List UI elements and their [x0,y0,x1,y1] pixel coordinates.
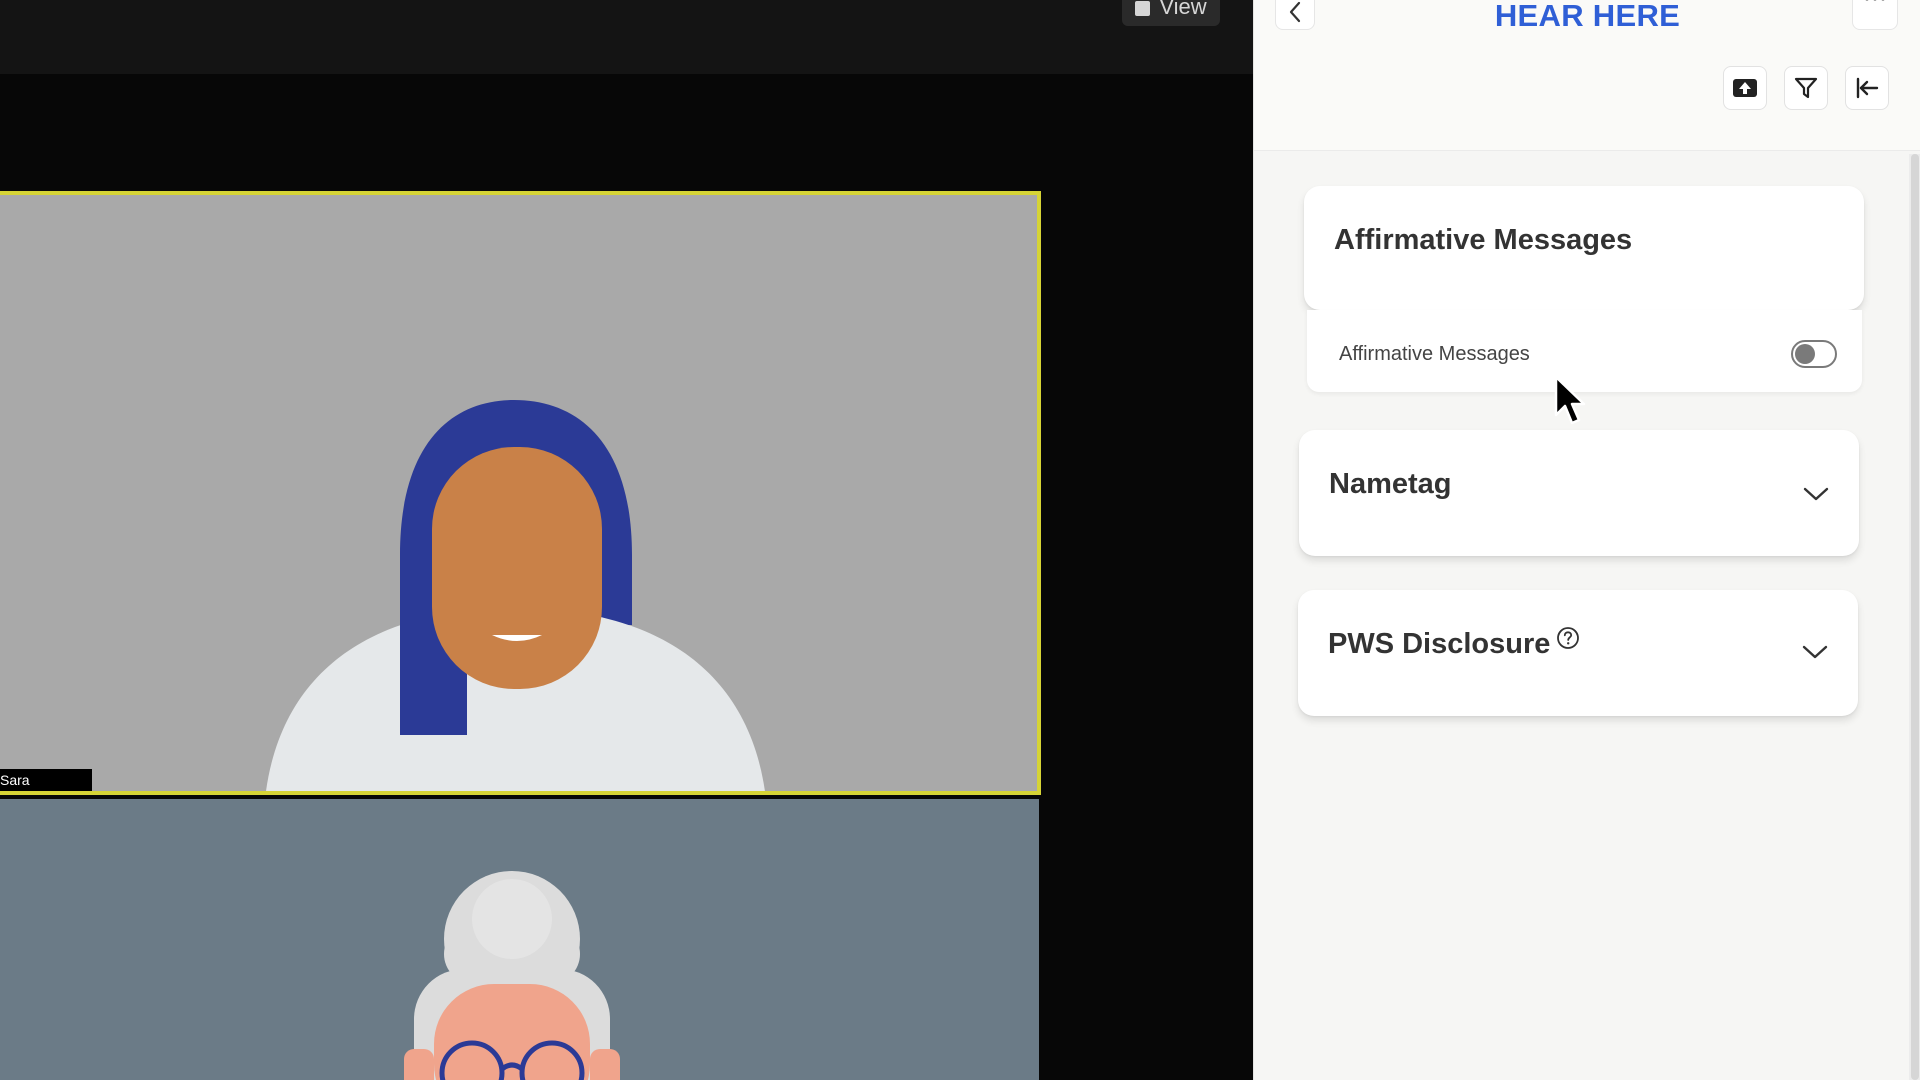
affirmative-messages-toggle[interactable] [1791,340,1837,368]
panel-header: HEAR HERE ··· [1254,0,1920,151]
more-icon: ··· [1863,0,1887,12]
panel-scrollbar[interactable] [1909,154,1920,1080]
nametag-title: Nametag [1329,468,1452,500]
participant-avatar-sara [266,400,765,791]
participant-tile-sara[interactable]: Sara [0,191,1041,795]
hear-here-panel: HEAR HERE ··· Affirmative Messa [1253,0,1920,1080]
upload-button[interactable] [1723,66,1767,110]
scrollbar-thumb[interactable] [1911,154,1919,1080]
affirmative-messages-card[interactable]: Affirmative Messages [1304,186,1864,310]
pws-disclosure-card[interactable]: PWS Disclosure [1298,590,1858,716]
affirmative-messages-label: Affirmative Messages [1339,343,1530,365]
pws-disclosure-title: PWS Disclosure [1328,628,1551,660]
affirmative-messages-title: Affirmative Messages [1334,224,1633,256]
question-circle-icon[interactable] [1556,626,1580,650]
meeting-top-bar [0,0,1253,74]
collapse-left-icon [1856,77,1879,99]
view-button[interactable]: View [1122,0,1220,26]
view-grid-icon [1135,0,1151,16]
panel-title: HEAR HERE [1494,0,1681,33]
nametag-card[interactable]: Nametag [1299,430,1859,556]
toggle-knob [1795,344,1815,364]
upload-icon [1733,79,1757,97]
more-options-button[interactable]: ··· [1852,0,1898,30]
view-button-label: View [1159,0,1207,19]
mouse-cursor-icon [1554,375,1586,425]
filter-button[interactable] [1784,66,1828,110]
filter-icon [1794,77,1818,99]
chevron-down-icon[interactable] [1801,484,1831,504]
participant-tile-2[interactable] [0,799,1039,1080]
chevron-down-icon[interactable] [1800,642,1830,662]
video-meeting-area: View Sara [0,0,1253,1080]
participant-avatar-2 [404,871,620,1080]
collapse-panel-button[interactable] [1845,66,1889,110]
pws-disclosure-heading: PWS Disclosure [1328,626,1580,661]
participant-name-label: Sara [0,769,92,791]
